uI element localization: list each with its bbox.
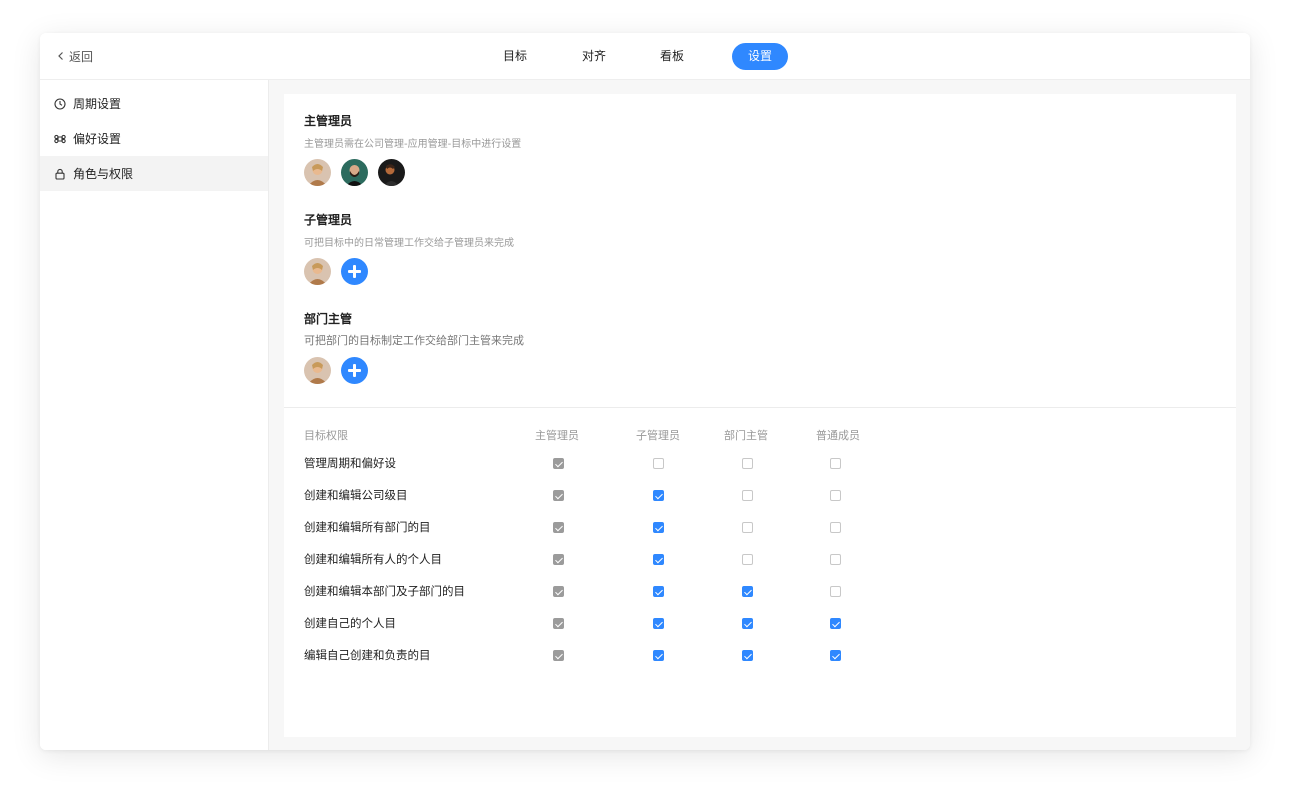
permission-row-label: 创建自己的个人目 (304, 616, 396, 630)
roles-card: 主管理员 主管理员需在公司管理-应用管理-目标中进行设置 子管理员 可把目标中的… (284, 94, 1236, 737)
dept-head-title: 部门主管 (304, 312, 353, 326)
permission-checkbox[interactable] (830, 522, 841, 533)
add-sub-admin-button[interactable] (341, 258, 368, 285)
sub-admin-desc: 可把目标中的日常管理工作交给子管理员来完成 (304, 238, 514, 249)
dept-head-desc: 可把部门的目标制定工作交给部门主管来完成 (304, 334, 524, 347)
clock-icon (54, 97, 66, 110)
tab-goals[interactable]: 目标 (495, 43, 535, 70)
tab-dashboard[interactable]: 看板 (652, 43, 692, 70)
permission-checkbox[interactable] (653, 618, 664, 629)
section-divider (284, 407, 1236, 408)
add-dept-head-button[interactable] (341, 357, 368, 384)
permission-checkbox[interactable] (653, 586, 664, 597)
sidebar-item-roles-permissions[interactable]: 角色与权限 (40, 156, 268, 191)
permission-checkbox[interactable] (653, 490, 664, 501)
permission-checkbox[interactable] (553, 554, 564, 565)
sidebar-item-cycle-settings[interactable]: 周期设置 (40, 86, 268, 121)
permission-checkbox[interactable] (742, 522, 753, 533)
permission-checkbox[interactable] (742, 650, 753, 661)
permission-row-label: 创建和编辑所有人的个人目 (304, 552, 442, 566)
permission-row-label: 管理周期和偏好设 (304, 456, 396, 470)
col-header-main-admin: 主管理员 (535, 429, 579, 442)
lock-icon (55, 168, 65, 180)
sidebar-item-label: 角色与权限 (73, 167, 134, 181)
avatar[interactable] (304, 258, 331, 285)
sidebar: 周期设置 偏好设置 角色与权限 (40, 80, 269, 750)
permission-checkbox[interactable] (653, 458, 664, 469)
tab-alignment[interactable]: 对齐 (574, 43, 614, 70)
main-admin-desc: 主管理员需在公司管理-应用管理-目标中进行设置 (304, 139, 522, 150)
avatar[interactable] (304, 357, 331, 384)
permission-checkbox[interactable] (553, 522, 564, 533)
permission-checkbox[interactable] (830, 618, 841, 629)
avatar[interactable] (304, 159, 331, 186)
tab-settings[interactable]: 设置 (732, 43, 788, 70)
command-icon (54, 134, 66, 143)
permission-checkbox[interactable] (830, 586, 841, 597)
main-admin-title: 主管理员 (304, 114, 353, 128)
permission-checkbox[interactable] (553, 650, 564, 661)
permission-checkbox[interactable] (553, 490, 564, 501)
permission-checkbox[interactable] (553, 458, 564, 469)
sidebar-item-preferences[interactable]: 偏好设置 (40, 121, 268, 156)
main-content: 主管理员 主管理员需在公司管理-应用管理-目标中进行设置 子管理员 可把目标中的… (269, 80, 1250, 750)
permission-checkbox[interactable] (653, 522, 664, 533)
col-header-sub-admin: 子管理员 (636, 429, 680, 442)
app-window: 返回 目标 对齐 看板 设置 周期设置 偏好设置 角色与权限 主管理员 主管理员… (40, 33, 1250, 750)
permission-checkbox[interactable] (653, 650, 664, 661)
permission-row-label: 创建和编辑本部门及子部门的目 (304, 584, 465, 598)
sub-admin-title: 子管理员 (304, 213, 353, 227)
permission-checkbox[interactable] (742, 490, 753, 501)
permission-checkbox[interactable] (653, 554, 664, 565)
permission-checkbox[interactable] (830, 458, 841, 469)
permission-checkbox[interactable] (742, 458, 753, 469)
permission-checkbox[interactable] (742, 618, 753, 629)
sidebar-item-label: 偏好设置 (73, 132, 122, 146)
col-header-member: 普通成员 (816, 429, 860, 442)
permission-checkbox[interactable] (830, 650, 841, 661)
avatar[interactable] (378, 159, 405, 186)
col-header-dept-head: 部门主管 (724, 429, 768, 442)
permission-row-label: 创建和编辑公司级目 (304, 488, 408, 502)
permission-checkbox[interactable] (830, 554, 841, 565)
permission-row-label: 创建和编辑所有部门的目 (304, 520, 431, 534)
permission-checkbox[interactable] (742, 554, 753, 565)
permission-row-label: 编辑自己创建和负责的目 (304, 648, 431, 662)
col-header-permission: 目标权限 (304, 429, 348, 442)
avatar[interactable] (341, 159, 368, 186)
permission-checkbox[interactable] (553, 586, 564, 597)
top-bar: 返回 目标 对齐 看板 设置 (40, 33, 1250, 80)
permission-checkbox[interactable] (553, 618, 564, 629)
permission-checkbox[interactable] (742, 586, 753, 597)
sidebar-item-label: 周期设置 (73, 97, 122, 111)
top-tabs: 目标 对齐 看板 设置 (40, 43, 1250, 70)
permission-checkbox[interactable] (830, 490, 841, 501)
